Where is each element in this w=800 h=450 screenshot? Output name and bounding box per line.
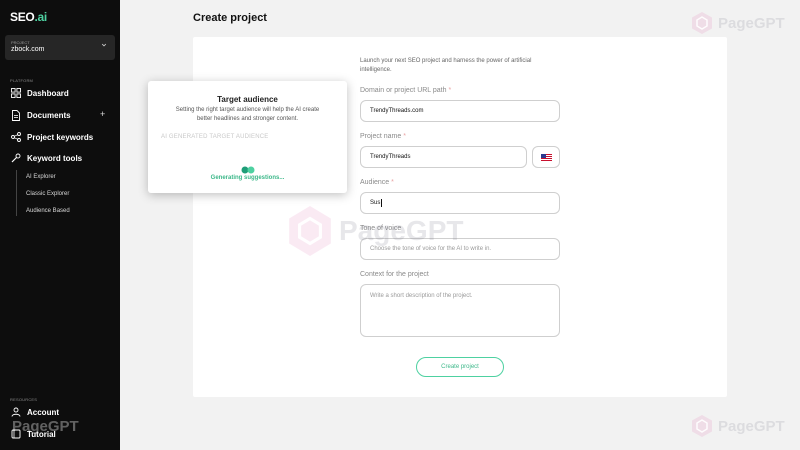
required-mark: * xyxy=(403,133,406,140)
target-audience-popup: Target audience Setting the right target… xyxy=(148,81,347,193)
sidebar-subitem-ai-explorer[interactable]: AI Explorer xyxy=(26,174,56,180)
sidebar-item-label: Keyword tools xyxy=(27,153,83,163)
sidebar-item-account[interactable]: Account xyxy=(10,406,59,418)
required-mark: * xyxy=(448,87,452,94)
intro-text: Launch your next SEO project and harness… xyxy=(360,58,532,73)
project-name-input[interactable]: TrendyThreads xyxy=(360,146,527,168)
watermark-text: PageGPT xyxy=(339,215,464,246)
project-name-label-text: Project name xyxy=(360,133,402,140)
context-label: Context for the project xyxy=(360,271,429,278)
audience-label: Audience * xyxy=(360,179,394,186)
domain-label-text: Domain or project URL path xyxy=(360,87,447,94)
share-icon xyxy=(10,132,21,143)
logo-suffix-text: .ai xyxy=(34,10,47,24)
project-name-label: Project name * xyxy=(360,133,406,140)
domain-label: Domain or project URL path * xyxy=(360,87,451,94)
dashboard-icon xyxy=(10,88,21,99)
chevron-down-icon xyxy=(101,42,107,50)
us-flag-icon xyxy=(540,153,552,161)
popup-section-label: AI GENERATED TARGET AUDIENCE xyxy=(161,134,269,140)
sidebar-item-dashboard[interactable]: Dashboard xyxy=(10,87,69,99)
loading-spinner-icon xyxy=(241,161,255,174)
popup-description: Setting the right target audience will h… xyxy=(175,107,320,122)
logo[interactable]: SEO.ai xyxy=(10,10,47,24)
context-textarea[interactable]: Write a short description of the project… xyxy=(360,284,560,337)
watermark-logo-icon xyxy=(289,206,331,256)
watermark-text: PageGPT xyxy=(718,14,785,32)
watermark-logo-icon xyxy=(692,12,712,34)
sub-nav-line xyxy=(16,170,17,216)
sidebar: SEO.ai PROJECT zbock.com PLATFORM Dashbo… xyxy=(0,0,120,450)
sidebar-item-label: Project keywords xyxy=(27,132,94,142)
sidebar-item-documents[interactable]: Documents xyxy=(10,109,71,121)
add-document-icon[interactable]: + xyxy=(100,109,105,119)
watermark-logo-icon xyxy=(692,415,712,437)
watermark-text: PageGPT xyxy=(718,417,785,435)
project-selector-value: zbock.com xyxy=(11,46,45,53)
sidebar-item-label: Documents xyxy=(27,110,71,120)
popup-title: Target audience xyxy=(217,95,278,104)
sidebar-item-project-keywords[interactable]: Project keywords xyxy=(10,131,93,143)
language-selector[interactable] xyxy=(532,146,560,168)
document-icon xyxy=(10,109,21,121)
watermark-text: PageGPT xyxy=(12,418,79,435)
sidebar-item-label: Dashboard xyxy=(27,88,69,98)
user-icon xyxy=(10,407,21,418)
generating-status: Generating suggestions... xyxy=(210,175,285,181)
sidebar-subitem-audience-based[interactable]: Audience Based xyxy=(26,208,70,214)
project-selector[interactable]: PROJECT zbock.com xyxy=(5,35,115,60)
domain-input[interactable]: TrendyThreads.com xyxy=(360,100,560,122)
create-project-button[interactable]: Create project xyxy=(416,357,504,377)
watermark: PageGPT xyxy=(690,11,785,35)
resources-section-label: RESOURCES xyxy=(10,397,38,402)
sidebar-item-label: Account xyxy=(27,407,59,417)
watermark: PageGPT xyxy=(285,203,463,259)
required-mark: * xyxy=(391,179,394,186)
project-selector-label: PROJECT xyxy=(11,40,30,45)
wrench-icon xyxy=(10,153,21,164)
audience-label-text: Audience xyxy=(360,179,390,186)
logo-main-text: SEO xyxy=(10,10,35,24)
platform-section-label: PLATFORM xyxy=(10,78,34,83)
sidebar-item-keyword-tools[interactable]: Keyword tools xyxy=(10,152,82,164)
sidebar-subitem-classic-explorer[interactable]: Classic Explorer xyxy=(26,191,69,197)
watermark: PageGPT xyxy=(690,414,785,438)
page-title: Create project xyxy=(193,12,267,24)
